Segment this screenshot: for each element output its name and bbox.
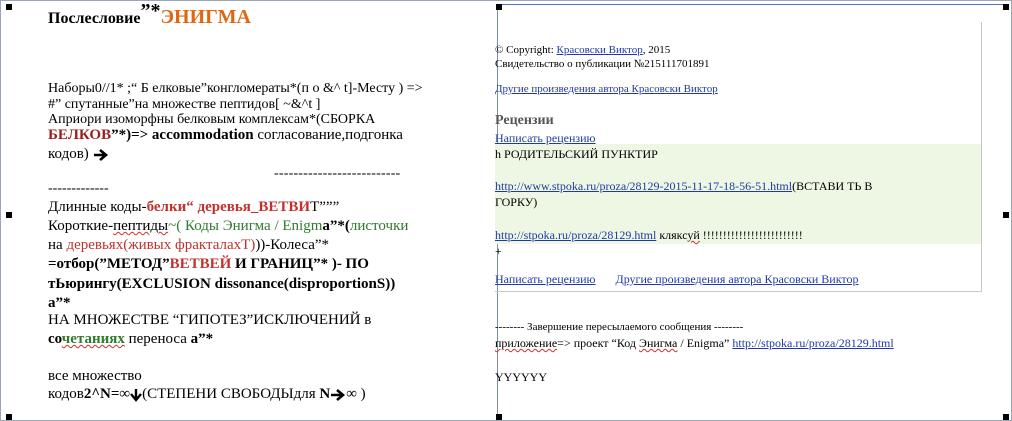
n-letter: N [319,386,331,402]
attachment-line: приложение=> проект “Код Энигма / Enigma… [495,336,894,351]
attachment-word: приложение [495,336,558,350]
copyright-line: © Copyright: Красовски Виктор, 2015 [495,44,670,56]
para1-line5-text: кодов) [48,146,89,162]
trees-fractals: деревьях(живых фракталахТ) [66,237,256,253]
review-url-2[interactable]: http://stpoka.ru/proza/28129.html [495,228,656,242]
para2-line2: Короткие-пептиды~( Коды Энигма / Enigmа”… [48,218,408,235]
para1-line4: БЕЛКОВ”*)=> accommodation согласование,п… [48,127,403,144]
review-line2: http://www.stpoka.ru/proza/28129-2015-11… [495,179,872,194]
belki-word: белки [146,199,187,215]
resize-handle-bottom-left[interactable] [6,414,12,420]
exclamations: !!!!!!!!!!!!!!!!!!!!!!!!! [699,228,803,242]
dash-line-2: ------------- [48,181,109,196]
transfer-word: переноса [124,331,191,347]
enigma-codes: ~( Коды Энигма / Enigm [168,218,323,234]
right-panel-edge [981,22,982,292]
attachment-mid: => проект “Код [557,336,640,350]
a-letter: а [190,331,199,347]
doc-title: Послесловие”*ЭНИГМА [48,0,251,29]
arrow-down-icon [130,388,143,402]
para2-line4: =отбор(”МЕТОД”ВЕТВЕЙ И ГРАНИЦ”* )- ПО [48,256,369,273]
peptides-word: пептиды [113,218,169,234]
write-review-link-2[interactable]: Написать рецензию [495,272,596,286]
para2-line3: на деревьях(живых фракталахТ)))-Колеса”* [48,237,329,254]
para1-line1: Наборы0//1* ;“ Б елковые”конгломераты*(п… [48,81,423,96]
footer-rule [495,291,981,292]
codes-word: кодов [48,386,84,402]
degrees-freedom: (СТЕПЕНИ СВОБОДЫдля [142,386,320,402]
review-line4: http://stpoka.ru/proza/28129.html кляксу… [495,228,803,243]
na-word: на [48,237,67,253]
combinations-word: четаниях [61,331,125,347]
belkov-word: БЕЛКОВ [48,127,112,143]
other-works-link[interactable]: Другие произведения автора Красовски Вик… [495,83,718,95]
write-review-link[interactable]: Написать рецензию [495,131,596,146]
other-works-link-2[interactable]: Другие произведения автора Красовски Вик… [616,272,859,286]
attachment-enigma: Энигма [639,336,678,350]
para2-line8: сочетаниях переноса а”* [48,331,213,348]
para2-line2-quote: а”*( [322,218,350,234]
para2-line7: НА МНОЖЕСТВЕ “ГИПОТЕЗ”ИСКЛЮЧЕНИЙ в [48,312,372,328]
para1-quote: ”*)=> [111,127,152,143]
para1-line4-tail: согласование,подгонка [253,127,403,143]
review-url-1[interactable]: http://www.stpoka.ru/proza/28129-2015-11… [495,179,792,193]
para2-line1: Длинные коды-белки“ деревья_ВЕТВИТ””” [48,199,339,216]
review-line3: ГОРКУ) [495,195,538,209]
para2-line1-tail: Т””” [310,199,340,215]
resize-handle-top-right[interactable] [1003,4,1009,10]
resize-handle-top-left[interactable] [6,4,12,10]
certificate-line: Свидетельство о публикации №215111701891 [495,58,710,70]
klyaks-word: клякс [659,228,688,242]
title-enigma: ЭНИГМА [160,6,251,28]
para2-line8-quote: ”* [198,331,214,347]
resize-handle-bottom-center[interactable] [496,414,502,420]
copyright-prefix: © Copyright: [495,44,557,56]
infinity-close: ∞ ) [346,386,366,402]
so-prefix: со [48,331,62,347]
forward-end-line: -------- Завершение пересылаемого сообще… [495,321,744,333]
klyaks-suffix: уй [687,228,700,242]
resize-handle-middle-right[interactable] [1003,212,1009,218]
para3-line2: кодов2^N=∞ (СТЕПЕНИ СВОБОДЫдля N ∞ ) [48,386,366,403]
arrow-right-icon [93,148,108,161]
author-link[interactable]: Красовски Виктор [557,44,643,56]
para2-line6: а”* [48,295,71,311]
para1-line2: #” спутанные”на множестве пептидов[ ~&^t… [48,97,321,112]
top-selection-line [499,4,1006,5]
branches-word: ВЕТВЕЙ [169,256,232,272]
title-word: Послесловие [48,10,141,27]
resize-handle-middle-left[interactable] [6,212,12,218]
short-codes-label: Короткие- [48,218,114,234]
arrow-right-icon [331,388,346,401]
dash-line-1: -------------------------- [274,166,401,181]
para1-line5: кодов) [48,146,109,163]
para2-line5: тЬюрингу(EXCLUSION dissonance(disproport… [48,276,396,292]
attachment-mid2: / Enigma” [677,336,733,350]
reviews-heading: Рецензии [495,113,554,128]
formula: 2^N=∞ [83,386,131,402]
footer-links: Написать рецензию Другие произведения ав… [495,272,858,287]
yyy-line: YYYYYY [495,370,547,384]
para1-line3: Априори изоморфны белковым комплексам*(С… [48,112,376,127]
wheels-word: ))-Колеса”* [255,237,330,253]
copyright-year: , 2015 [642,44,671,56]
boundaries-word: И ГРАНИЦ”* )- ПО [231,256,369,272]
title-quote-mark: ”* [140,0,161,22]
accommodation-word: accommodation [151,127,254,143]
trees-branches-word: “ деревья_ВЕТВИ [186,199,311,215]
resize-handle-bottom-right[interactable] [1003,414,1009,420]
review-line1: h РОДИТЕЛЬСКИЙ ПУНКТИР [495,147,658,161]
attachment-link[interactable]: http://stpoka.ru/proza/28129.html [732,336,893,350]
plus-sign: + [495,244,502,258]
selection-method: =отбор(”МЕТОД” [48,256,170,272]
para3-line1: все множество [48,368,142,384]
leaves-word: листочки [349,218,409,234]
resize-handle-top-center[interactable] [496,4,502,10]
review-line2-tail: (ВСТАВИ ТЬ В [792,179,873,193]
long-codes-label: Длинные коды- [48,199,147,215]
